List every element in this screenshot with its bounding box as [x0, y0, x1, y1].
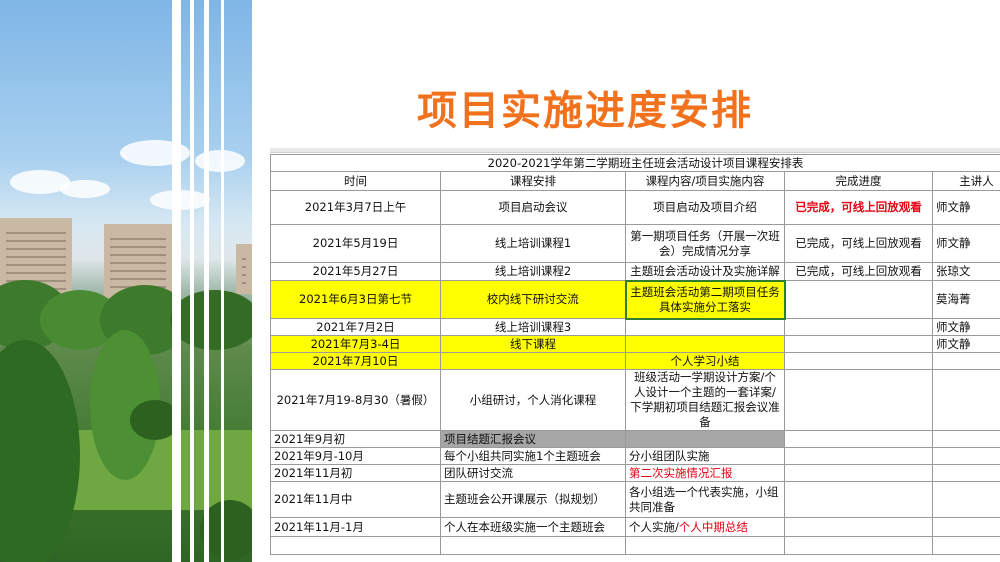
cell-empty[interactable] — [270, 536, 441, 555]
cell-progress[interactable]: 已完成，可线上回放观看 — [784, 262, 933, 281]
cell-progress[interactable] — [784, 481, 933, 518]
table-row-highlight: 2021年7月10日 个人学习小结 — [270, 352, 1000, 370]
cell-speaker[interactable]: 张琼文 — [931, 262, 1000, 281]
cell-time[interactable]: 2021年7月10日 — [270, 352, 441, 370]
sheet-top-border — [270, 148, 1000, 153]
header-progress[interactable]: 完成进度 — [784, 171, 933, 191]
cell-empty[interactable] — [784, 536, 933, 555]
cell-content[interactable]: 第二次实施情况汇报 — [625, 464, 785, 482]
cell-empty[interactable] — [931, 536, 1000, 555]
cell-speaker[interactable] — [931, 517, 1000, 537]
table-row: 2021年11月初 团队研讨交流 第二次实施情况汇报 — [270, 464, 1000, 482]
cell-progress[interactable] — [784, 430, 933, 448]
cell-time[interactable]: 2021年11月-1月 — [270, 517, 441, 537]
cell-course[interactable]: 每个小组共同实施1个主题班会 — [440, 447, 626, 465]
schedule-table: 2020-2021学年第二学期班主任班会活动设计项目课程安排表 时间 课程安排 … — [270, 154, 1000, 555]
cell-progress[interactable] — [784, 335, 933, 353]
cell-course[interactable]: 线上培训课程3 — [440, 318, 626, 336]
header-row: 时间 课程安排 课程内容/项目实施内容 完成进度 主讲人 — [270, 171, 1000, 191]
content-part-black: 个人实施/ — [629, 519, 679, 534]
cell-course[interactable]: 线上培训课程2 — [440, 262, 626, 281]
cell-time[interactable]: 2021年9月初 — [270, 430, 441, 448]
cell-speaker[interactable] — [931, 447, 1000, 465]
cell-course[interactable]: 线下课程 — [440, 335, 626, 353]
header-course[interactable]: 课程安排 — [440, 171, 626, 191]
cell-course[interactable]: 主题班会公开课展示（拟规划） — [440, 481, 626, 518]
cell-progress[interactable] — [784, 447, 933, 465]
table-row: 2021年5月27日 线上培训课程2 主题班会活动设计及实施详解 已完成，可线上… — [270, 262, 1000, 281]
cell-speaker[interactable] — [931, 430, 1000, 448]
cell-course[interactable]: 小组研讨，个人消化课程 — [440, 369, 626, 431]
cell-time[interactable]: 2021年6月3日第七节 — [270, 280, 441, 319]
cell-course[interactable] — [440, 352, 626, 370]
cell-time[interactable]: 2021年7月2日 — [270, 318, 441, 336]
cell-speaker[interactable] — [931, 352, 1000, 370]
cell-progress[interactable] — [784, 318, 933, 336]
page-title: 项目实施进度安排 — [417, 88, 753, 134]
cell-speaker[interactable] — [931, 481, 1000, 518]
cell-progress[interactable] — [784, 352, 933, 370]
cell-time[interactable]: 2021年5月27日 — [270, 262, 441, 281]
cell-progress[interactable]: 已完成，可线上回放观看 — [784, 224, 933, 263]
table-caption: 2020-2021学年第二学期班主任班会活动设计项目课程安排表 — [270, 154, 1000, 172]
table-row-highlight: 2021年6月3日第七节 校内线下研讨交流 主题班会活动第二期项目任务具体实施分… — [270, 279, 1000, 320]
cell-time[interactable]: 2021年3月7日上午 — [270, 190, 441, 225]
cell-progress[interactable] — [784, 517, 933, 537]
cell-content[interactable]: 各小组选一个代表实施，小组共同准备 — [625, 481, 785, 518]
table-row: 2021年9月初 项目结题汇报会议 — [270, 430, 1000, 448]
cell-speaker[interactable]: 师文静 — [931, 318, 1000, 336]
cell-content[interactable]: 项目启动及项目介绍 — [625, 190, 785, 225]
cell-course[interactable]: 项目结题汇报会议 — [440, 430, 626, 448]
cell-content[interactable]: 个人实施/个人中期总结 — [625, 517, 785, 537]
cell-content[interactable]: 分小组团队实施 — [625, 447, 785, 465]
header-content[interactable]: 课程内容/项目实施内容 — [625, 171, 785, 191]
cell-speaker[interactable]: 莫海菁 — [931, 280, 1000, 319]
cell-speaker[interactable] — [931, 369, 1000, 431]
cell-time[interactable]: 2021年5月19日 — [270, 224, 441, 263]
cell-time[interactable]: 2021年9月-10月 — [270, 447, 441, 465]
cell-progress[interactable] — [784, 280, 933, 319]
cell-course[interactable]: 项目启动会议 — [440, 190, 626, 225]
table-row: 2021年7月2日 线上培训课程3 师文静 — [270, 318, 1000, 336]
cell-empty[interactable] — [440, 536, 626, 555]
cell-speaker[interactable]: 师文静 — [931, 190, 1000, 225]
table-row: 2021年11月中 主题班会公开课展示（拟规划） 各小组选一个代表实施，小组共同… — [270, 481, 1000, 518]
cell-time[interactable]: 2021年11月中 — [270, 481, 441, 518]
cell-content-selected[interactable]: 主题班会活动第二期项目任务具体实施分工落实 — [624, 279, 786, 320]
cell-progress[interactable] — [784, 464, 933, 482]
header-speaker[interactable]: 主讲人 — [931, 171, 1000, 191]
cell-course[interactable]: 校内线下研讨交流 — [440, 280, 626, 319]
cell-course[interactable]: 线上培训课程1 — [440, 224, 626, 263]
cell-content[interactable] — [625, 318, 785, 336]
cell-speaker[interactable]: 师文静 — [931, 335, 1000, 353]
cell-progress[interactable]: 已完成，可线上回放观看 — [784, 190, 933, 225]
cell-time[interactable]: 2021年7月19-8月30（暑假） — [270, 369, 441, 431]
table-row: 2021年3月7日上午 项目启动会议 项目启动及项目介绍 已完成，可线上回放观看… — [270, 190, 1000, 225]
table-row: 2021年11月-1月 个人在本班级实施一个主题班会 个人实施/个人中期总结 — [270, 517, 1000, 537]
cell-progress[interactable] — [784, 369, 933, 431]
cell-speaker[interactable]: 师文静 — [931, 224, 1000, 263]
cell-content[interactable] — [625, 430, 785, 448]
table-row: 2021年9月-10月 每个小组共同实施1个主题班会 分小组团队实施 — [270, 447, 1000, 465]
campus-photo — [0, 0, 252, 562]
content-part-red: 个人中期总结 — [678, 519, 748, 534]
cell-time[interactable]: 2021年11月初 — [270, 464, 441, 482]
cell-time[interactable]: 2021年7月3-4日 — [270, 335, 441, 353]
table-row: 2021年7月19-8月30（暑假） 小组研讨，个人消化课程 班级活动一学期设计… — [270, 369, 1000, 431]
header-time[interactable]: 时间 — [270, 171, 441, 191]
cell-content[interactable]: 个人学习小结 — [625, 352, 785, 370]
cell-course[interactable]: 个人在本班级实施一个主题班会 — [440, 517, 626, 537]
table-row: 2021年5月19日 线上培训课程1 第一期项目任务（开展一次班会）完成情况分享… — [270, 224, 1000, 263]
cell-content[interactable]: 班级活动一学期设计方案/个人设计一个主题的一套详案/下学期初项目结题汇报会议准备 — [625, 369, 785, 431]
caption-row: 2020-2021学年第二学期班主任班会活动设计项目课程安排表 — [270, 154, 1000, 172]
table-row-highlight: 2021年7月3-4日 线下课程 师文静 — [270, 335, 1000, 353]
cell-content[interactable]: 第一期项目任务（开展一次班会）完成情况分享 — [625, 224, 785, 263]
cell-content[interactable]: 主题班会活动设计及实施详解 — [625, 262, 785, 281]
cell-empty[interactable] — [625, 536, 785, 555]
schedule-spreadsheet: 2020-2021学年第二学期班主任班会活动设计项目课程安排表 时间 课程安排 … — [270, 148, 1000, 562]
table-row-empty — [270, 536, 1000, 555]
cell-speaker[interactable] — [931, 464, 1000, 482]
cell-course[interactable]: 团队研讨交流 — [440, 464, 626, 482]
cell-content[interactable] — [625, 335, 785, 353]
